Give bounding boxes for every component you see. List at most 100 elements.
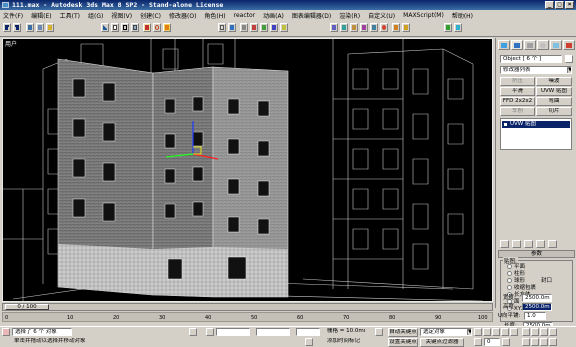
region-select-icon[interactable] xyxy=(121,23,129,32)
menu-edit[interactable]: 编辑(E) xyxy=(31,11,51,20)
z-coordinate-input[interactable] xyxy=(296,328,320,336)
prev-frame-icon[interactable] xyxy=(483,328,491,336)
curve-editor-icon[interactable] xyxy=(360,23,368,32)
tab-hierarchy[interactable] xyxy=(524,40,536,50)
track-bar[interactable]: 0 10 20 30 40 50 60 70 80 90 100 xyxy=(2,312,493,322)
y-coordinate-input[interactable] xyxy=(256,328,290,336)
absolute-mode-icon[interactable] xyxy=(206,328,214,336)
select-rotate-icon[interactable] xyxy=(153,23,161,32)
material-editor-icon[interactable] xyxy=(380,23,388,32)
select-object-icon[interactable] xyxy=(101,23,109,32)
tab-motion[interactable] xyxy=(537,40,549,50)
configure-sets-icon[interactable] xyxy=(548,240,557,248)
pivot-center-icon[interactable] xyxy=(218,23,226,32)
key-mode-icon[interactable] xyxy=(474,338,482,346)
menu-maxscript[interactable]: MAXScript(M) xyxy=(403,12,444,19)
width-input[interactable]: 2500.0m xyxy=(522,294,552,302)
menu-customize[interactable]: 自定义(U) xyxy=(368,11,395,20)
remove-modifier-icon[interactable] xyxy=(536,240,545,248)
smooth-button[interactable]: 平滑 xyxy=(500,87,535,96)
next-frame-icon[interactable] xyxy=(501,328,509,336)
modifier-stack[interactable]: UVW 贴图 xyxy=(500,118,572,150)
menu-graph-editors[interactable]: 图表编辑器(D) xyxy=(292,11,331,20)
goto-start-icon[interactable] xyxy=(474,328,482,336)
arc-rotate-icon[interactable] xyxy=(540,338,548,346)
layer-manager-icon[interactable] xyxy=(350,23,358,32)
window-crossing-icon[interactable] xyxy=(131,23,139,32)
minimize-button[interactable]: _ xyxy=(545,1,554,9)
keyboard-shortcut-icon[interactable] xyxy=(240,23,248,32)
time-tag-icon[interactable] xyxy=(305,338,313,346)
menu-help[interactable]: 帮助(H) xyxy=(452,11,473,20)
make-unique-icon[interactable] xyxy=(524,240,533,248)
select-scale-icon[interactable] xyxy=(163,23,171,32)
angle-snap-icon[interactable] xyxy=(260,23,268,32)
maximize-button[interactable]: □ xyxy=(555,1,564,9)
menu-animation[interactable]: 动画(A) xyxy=(263,11,284,20)
redo-icon[interactable] xyxy=(13,23,21,32)
zoom-all-icon[interactable] xyxy=(531,328,539,336)
stack-item-toggle-icon[interactable] xyxy=(504,123,507,126)
field-of-view-icon[interactable] xyxy=(522,338,530,346)
render-last-icon[interactable] xyxy=(444,23,452,32)
play-icon[interactable] xyxy=(492,328,500,336)
menu-rendering[interactable]: 渲染(R) xyxy=(339,11,360,20)
slice-button[interactable]: 切片 xyxy=(536,107,572,116)
extrude-button[interactable]: 挤压 xyxy=(500,77,535,86)
tab-utilities[interactable] xyxy=(563,40,575,50)
maximize-viewport-icon[interactable] xyxy=(549,338,557,346)
height-input[interactable]: 2500.0m xyxy=(522,303,552,311)
object-color-swatch[interactable] xyxy=(565,55,573,63)
uvw-map-button[interactable]: UVW 贴图 xyxy=(536,87,572,96)
radio-spherical[interactable]: 球形 xyxy=(507,278,525,284)
select-by-name-icon[interactable] xyxy=(111,23,119,32)
menu-character[interactable]: 角色(H) xyxy=(204,11,225,20)
bind-space-warp-icon[interactable] xyxy=(46,23,54,32)
u-tile-input[interactable]: 1.0 xyxy=(524,312,546,320)
radio-cylindrical[interactable]: 柱形 xyxy=(507,271,525,277)
radio-shrink-wrap[interactable]: 收缩包裹 xyxy=(507,285,536,291)
zoom-extents-all-icon[interactable] xyxy=(549,328,557,336)
unlink-icon[interactable] xyxy=(36,23,44,32)
radio-planar[interactable]: 平面 xyxy=(507,264,525,270)
auto-key-button[interactable]: 自动关键点 xyxy=(388,328,418,337)
key-filter-dropdown[interactable]: 选定对象 ▼ xyxy=(420,328,472,336)
current-frame-input[interactable]: 0 xyxy=(484,338,500,346)
snap-toggle-icon[interactable] xyxy=(250,23,258,32)
pan-icon[interactable] xyxy=(531,338,539,346)
menu-group[interactable]: 组(G) xyxy=(88,11,103,20)
maxscript-listener-icon[interactable] xyxy=(2,328,10,336)
show-end-result-icon[interactable] xyxy=(512,240,521,248)
tab-display[interactable] xyxy=(550,40,562,50)
bend-button[interactable]: 弯曲 xyxy=(536,97,572,106)
viewport-user[interactable]: 用户 xyxy=(2,38,493,302)
select-link-icon[interactable] xyxy=(26,23,34,32)
menu-create[interactable]: 创建(C) xyxy=(140,11,161,20)
undo-icon[interactable] xyxy=(3,23,11,32)
tab-modify[interactable] xyxy=(511,40,523,50)
modifier-list-dropdown[interactable]: 修改器列表 ▼ xyxy=(500,66,572,74)
x-coordinate-input[interactable] xyxy=(216,328,250,336)
menu-reactor[interactable]: reactor xyxy=(234,12,256,19)
noise-button[interactable]: 噪波 xyxy=(536,77,572,86)
render-scene-icon[interactable] xyxy=(392,23,400,32)
set-key-icon[interactable] xyxy=(375,328,383,336)
zoom-extents-icon[interactable] xyxy=(540,328,548,336)
stack-item-uvw-map[interactable]: UVW 贴图 xyxy=(502,121,570,128)
mirror-icon[interactable] xyxy=(330,23,338,32)
time-config-icon[interactable] xyxy=(502,338,510,346)
menu-tools[interactable]: 工具(T) xyxy=(60,11,80,20)
close-button[interactable]: × xyxy=(565,1,574,9)
menu-views[interactable]: 视图(V) xyxy=(111,11,132,20)
goto-end-icon[interactable] xyxy=(510,328,518,336)
object-name-field[interactable]: Object [ 6 个 ] xyxy=(500,55,562,63)
percent-snap-icon[interactable] xyxy=(270,23,278,32)
lock-selection-icon[interactable] xyxy=(189,328,197,336)
add-time-tag[interactable]: 添加时间标记 xyxy=(325,338,369,346)
activeshade-icon[interactable] xyxy=(454,23,462,32)
select-manipulate-icon[interactable] xyxy=(228,23,236,32)
pin-stack-icon[interactable] xyxy=(500,240,509,248)
lathe-button[interactable]: 车削 xyxy=(500,107,535,116)
zoom-icon[interactable] xyxy=(522,328,530,336)
menu-file[interactable]: 文件(F) xyxy=(3,11,23,20)
